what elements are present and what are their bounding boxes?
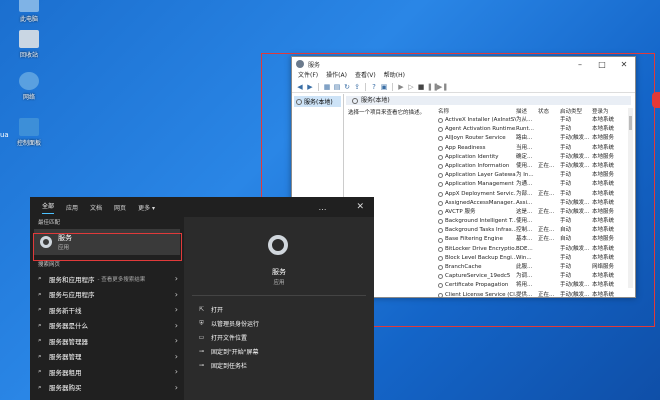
recycle-bin-icon xyxy=(19,30,39,48)
action-label: 固定到任务栏 xyxy=(211,363,248,370)
action-open-file-location[interactable]: ▭ 打开文件位置 xyxy=(198,333,247,342)
action-label: 以管理员身份运行 xyxy=(211,321,260,328)
suggestion-text: 服务与应用程序 xyxy=(49,291,95,300)
web-suggestions: ⌕ 服务和应用程序 - 查看更多搜索结果 › ⌕ 服务与应用程序 › ⌕ 服务新干线 › ⌕ 服务器是… xyxy=(30,271,184,395)
suggestion-text: 服务和应用程序 xyxy=(49,275,95,284)
computer-icon xyxy=(19,0,39,12)
desktop-icon-label: 控制面板 xyxy=(16,140,41,147)
cut-off-text: ua xyxy=(0,131,9,139)
search-icon: ⌕ xyxy=(38,305,42,314)
pin-icon: ⊸ xyxy=(198,362,205,369)
web-suggestion-item[interactable]: ⌕ 服务新干线 › xyxy=(30,302,184,318)
desktop-icon-label: 此电脑 xyxy=(19,16,38,23)
detail-subtitle: 应用 xyxy=(273,280,285,286)
best-match-heading: 最佳匹配 xyxy=(38,220,61,226)
tab-web[interactable]: 网页 xyxy=(114,203,126,212)
chevron-right-icon: › xyxy=(174,382,178,392)
search-icon: ⌕ xyxy=(38,274,42,283)
tab-apps[interactable]: 应用 xyxy=(66,203,78,212)
desktop-icon-label: 回收站 xyxy=(19,52,38,59)
suggestion-text: 服务器管理器 xyxy=(49,337,88,346)
folder-icon: ▭ xyxy=(198,334,205,341)
search-panel: 全部 应用 文档 网页 更多 ▾ … ✕ 最佳匹配 服务 应用 搜索网页 ⌕ 服务… xyxy=(30,197,374,400)
search-icon: ⌕ xyxy=(38,336,42,345)
action-open[interactable]: ⇱ 打开 xyxy=(198,305,223,314)
suggestion-text: 服务新干线 xyxy=(49,306,82,315)
chevron-right-icon: › xyxy=(174,289,178,299)
chevron-right-icon: › xyxy=(174,367,178,377)
open-icon: ⇱ xyxy=(198,306,205,313)
action-pin-to-start[interactable]: ⊸ 固定到"开始"屏幕 xyxy=(198,347,259,356)
close-icon[interactable]: ✕ xyxy=(356,202,364,212)
suggestion-text: 服务器是什么 xyxy=(49,322,88,331)
search-icon: ⌕ xyxy=(38,367,42,376)
network-icon xyxy=(19,72,39,90)
shield-icon: ⛨ xyxy=(199,319,204,327)
tab-documents[interactable]: 文档 xyxy=(90,203,102,212)
suggestion-text: 服务器管理 xyxy=(49,353,82,362)
desktop-icon-label: 网络 xyxy=(22,94,35,101)
chevron-right-icon: › xyxy=(174,305,178,315)
detail-divider xyxy=(192,295,366,296)
tab-all[interactable]: 全部 xyxy=(42,201,55,214)
services-gear-icon xyxy=(268,235,288,255)
web-suggestion-item[interactable]: ⌕ 服务器购买 › xyxy=(30,380,184,396)
web-suggestion-item[interactable]: ⌕ 服务器管理器 › xyxy=(30,333,184,349)
action-run-as-admin[interactable]: ⛨ 以管理员身份运行 xyxy=(198,319,260,329)
action-label: 打开 xyxy=(211,307,224,314)
control-panel-icon xyxy=(19,118,39,136)
detail-title: 服务 xyxy=(272,268,286,276)
chevron-right-icon: › xyxy=(174,336,178,346)
web-suggestion-item[interactable]: ⌕ 服务与应用程序 › xyxy=(30,287,184,303)
search-icon: ⌕ xyxy=(38,289,42,298)
web-suggestion-item[interactable]: ⌕ 服务器管理 › xyxy=(30,349,184,365)
desktop-icon-control-panel[interactable]: 控制面板 xyxy=(12,118,46,147)
action-label: 打开文件位置 xyxy=(211,335,248,342)
chevron-right-icon: › xyxy=(174,320,178,330)
web-suggestion-item[interactable]: ⌕ 服务器是什么 › xyxy=(30,318,184,334)
desktop-icon-network[interactable]: 网络 xyxy=(12,72,46,101)
desktop-icon-recycle-bin[interactable]: 回收站 xyxy=(12,30,46,59)
suggestion-hint: - 查看更多搜索结果 xyxy=(97,276,146,283)
web-suggestion-item[interactable]: ⌕ 服务器租用 › xyxy=(30,364,184,380)
search-tabs: 全部 应用 文档 网页 更多 ▾ … ✕ xyxy=(30,197,374,217)
action-pin-to-taskbar[interactable]: ⊸ 固定到任务栏 xyxy=(198,361,247,370)
search-icon: ⌕ xyxy=(38,351,42,360)
highlight-box xyxy=(33,233,182,261)
suggestion-text: 服务器租用 xyxy=(49,368,82,377)
action-label: 固定到"开始"屏幕 xyxy=(211,349,259,356)
more-options-icon[interactable]: … xyxy=(318,203,326,212)
chevron-right-icon: › xyxy=(174,274,178,284)
pin-icon: ⊸ xyxy=(198,348,205,355)
chevron-right-icon: › xyxy=(174,351,178,361)
search-icon: ⌕ xyxy=(38,382,42,391)
search-icon: ⌕ xyxy=(38,320,42,329)
desktop-icon-this-pc[interactable]: 此电脑 xyxy=(12,0,46,23)
tab-more[interactable]: 更多 ▾ xyxy=(138,203,155,212)
detail-pane: 服务 应用 ⇱ 打开 ⛨ 以管理员身份运行 ▭ 打开文件位置 ⊸ 固定到"开始"… xyxy=(184,217,374,400)
suggestion-text: 服务器购买 xyxy=(49,384,82,393)
web-suggestion-item[interactable]: ⌕ 服务和应用程序 - 查看更多搜索结果 › xyxy=(30,271,184,287)
